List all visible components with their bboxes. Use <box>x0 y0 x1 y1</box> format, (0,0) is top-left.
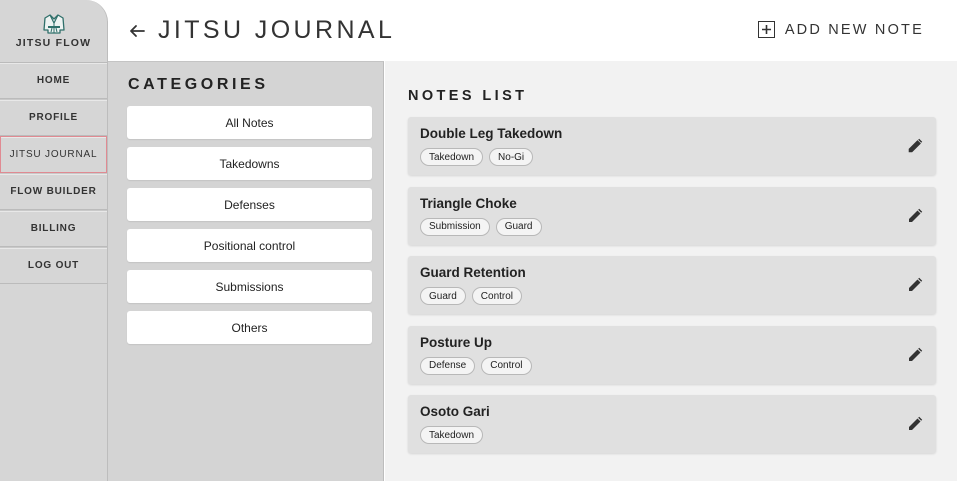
tag-chip: Takedown <box>420 148 484 166</box>
note-card[interactable]: Osoto Gari Takedown <box>408 395 936 453</box>
edit-note-button[interactable] <box>906 346 924 364</box>
pencil-icon <box>909 347 923 361</box>
sidebar-item-billing[interactable]: BILLING <box>0 210 107 247</box>
pencil-icon <box>909 416 923 430</box>
add-new-note-button[interactable]: ADD NEW NOTE <box>757 21 924 38</box>
sidebar-item-profile[interactable]: PROFILE <box>0 99 107 136</box>
add-new-note-label: ADD NEW NOTE <box>784 21 924 38</box>
category-submissions[interactable]: Submissions <box>127 270 372 303</box>
note-tags: Submission Guard <box>420 217 542 236</box>
tag-chip: No-Gi <box>489 148 534 166</box>
notes-panel: NOTES LIST Double Leg Takedown Takedown … <box>385 61 957 481</box>
sidebar-nav: HOME PROFILE JITSU JOURNAL FLOW BUILDER … <box>0 62 107 284</box>
edit-note-button[interactable] <box>906 207 924 225</box>
sidebar-item-flow-builder[interactable]: FLOW BUILDER <box>0 173 107 210</box>
edit-note-button[interactable] <box>906 276 924 294</box>
sidebar-item-jitsu-journal[interactable]: JITSU JOURNAL <box>0 136 107 173</box>
edit-note-button[interactable] <box>906 137 924 155</box>
note-title: Triangle Choke <box>420 195 517 211</box>
note-tags: Takedown <box>420 426 484 444</box>
note-list: Double Leg Takedown Takedown No-Gi Trian… <box>408 117 936 465</box>
note-card[interactable]: Double Leg Takedown Takedown No-Gi <box>408 117 936 175</box>
sidebar: JITSU FLOW HOME PROFILE JITSU JOURNAL FL… <box>0 0 108 481</box>
categories-panel: CATEGORIES All Notes Takedowns Defenses … <box>108 61 384 481</box>
plus-square-icon <box>757 21 775 38</box>
category-positional-control[interactable]: Positional control <box>127 229 372 262</box>
tag-chip: Guard <box>495 217 542 236</box>
category-takedowns[interactable]: Takedowns <box>127 147 372 180</box>
note-card[interactable]: Triangle Choke Submission Guard <box>408 186 936 245</box>
category-all-notes[interactable]: All Notes <box>127 106 372 139</box>
note-tags: Guard Control <box>420 287 523 305</box>
note-tags: Takedown No-Gi <box>420 148 534 166</box>
sidebar-item-home[interactable]: HOME <box>0 62 107 99</box>
header: JITSU JOURNAL ADD NEW NOTE <box>108 0 957 61</box>
category-others[interactable]: Others <box>127 311 372 344</box>
tag-chip: Takedown <box>420 426 484 444</box>
notes-list-title: NOTES LIST <box>408 88 528 104</box>
tag-chip: Guard <box>420 287 466 305</box>
tag-chip: Control <box>481 356 532 375</box>
back-button[interactable] <box>128 22 146 40</box>
sidebar-item-log-out[interactable]: LOG OUT <box>0 247 107 284</box>
gi-jacket-icon <box>42 14 65 34</box>
tag-chip: Control <box>471 287 523 305</box>
pencil-icon <box>908 138 923 153</box>
note-tags: Defense Control <box>420 356 532 375</box>
category-defenses[interactable]: Defenses <box>127 188 372 221</box>
tag-chip: Defense <box>420 356 476 375</box>
note-title: Osoto Gari <box>420 404 490 419</box>
note-title: Double Leg Takedown <box>420 126 563 141</box>
arrow-left-icon <box>130 24 145 37</box>
edit-note-button[interactable] <box>906 415 924 433</box>
note-title: Guard Retention <box>420 265 526 280</box>
page-title: JITSU JOURNAL <box>158 16 396 44</box>
pencil-icon <box>909 208 923 222</box>
categories-list: All Notes Takedowns Defenses Positional … <box>127 106 372 352</box>
logo[interactable]: JITSU FLOW <box>0 0 107 62</box>
tag-chip: Submission <box>420 217 490 236</box>
note-title: Posture Up <box>420 334 493 350</box>
app-name: JITSU FLOW <box>15 37 92 49</box>
note-card[interactable]: Posture Up Defense Control <box>408 325 936 384</box>
note-card[interactable]: Guard Retention Guard Control <box>408 256 936 314</box>
pencil-icon <box>909 277 923 291</box>
categories-title: CATEGORIES <box>128 76 269 93</box>
